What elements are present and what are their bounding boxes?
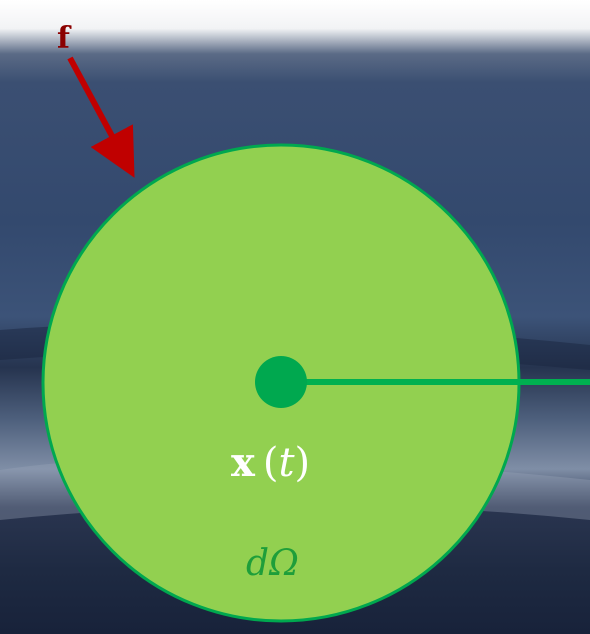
position-close-paren: ) [295,440,311,486]
force-label: f [57,21,72,56]
domain-label: dΩ [246,543,299,584]
kinematics-diagram: f x (t) dΩ [41,21,590,623]
force-arrow-icon [67,56,135,178]
position-time-var: t [278,440,295,486]
position-label: x (t) [231,439,310,486]
position-open-paren: ( [263,440,279,486]
center-point-icon [255,356,307,408]
position-vector: x [231,439,256,486]
